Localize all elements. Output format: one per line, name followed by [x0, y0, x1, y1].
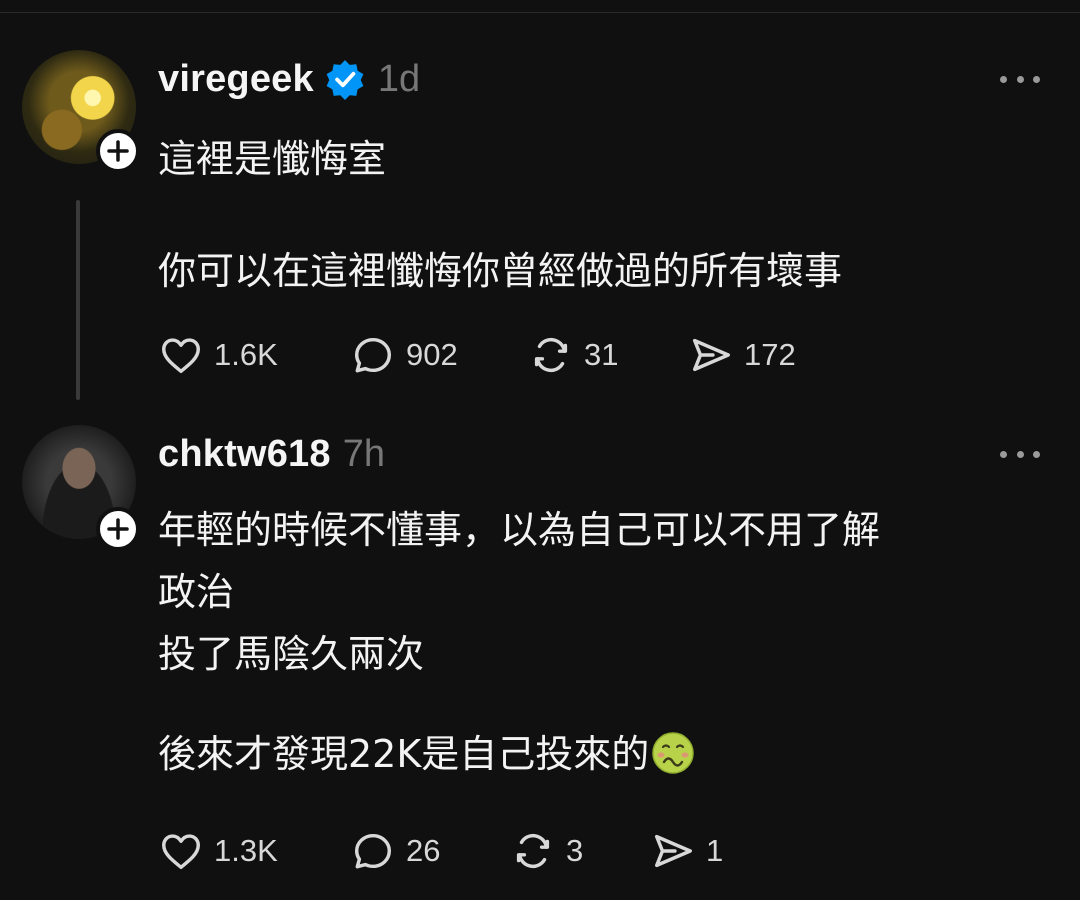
comment-count: 902 [406, 337, 458, 372]
reply-post: chktw618 7h 年輕的時候不懂事，以為自己可以不用了解 政治 投了馬陰久… [0, 425, 1080, 895]
follow-button[interactable] [96, 507, 140, 551]
action-bar: 1.3K 26 3 1 [158, 826, 723, 876]
post-text: 這裡是懺悔室 [158, 137, 387, 181]
repost-count: 3 [566, 833, 584, 868]
thread-post: viregeek 1d 這裡是懺悔室 你可以在這裡懺悔你曾經做過的所有壞事 1.… [0, 50, 1080, 410]
repost-button[interactable]: 3 [510, 828, 650, 874]
action-bar: 1.6K 902 31 172 [158, 330, 796, 380]
like-count: 1.6K [214, 337, 278, 372]
verified-badge-icon [326, 60, 364, 100]
repost-count: 31 [584, 337, 619, 372]
like-button[interactable]: 1.3K [158, 828, 350, 874]
send-icon [692, 338, 730, 372]
share-count: 1 [706, 833, 724, 868]
like-count: 1.3K [214, 833, 278, 868]
dot-icon [1000, 450, 1007, 458]
repost-icon [534, 337, 568, 373]
dot-icon [1016, 450, 1024, 458]
post-text-with-emoji: 後來才發現22K是自己投來的 [158, 723, 1038, 785]
comment-icon [354, 833, 392, 869]
repost-button[interactable]: 31 [528, 332, 688, 378]
thread-line [76, 200, 80, 400]
comment-button[interactable]: 26 [350, 828, 510, 874]
dot-icon [1016, 75, 1024, 83]
post-text: 你可以在這裡懺悔你曾經做過的所有壞事 [158, 249, 843, 293]
share-button[interactable]: 1 [650, 828, 723, 874]
dot-icon [1000, 75, 1007, 83]
heart-icon [162, 834, 200, 870]
share-count: 172 [744, 337, 796, 372]
comment-icon [354, 337, 392, 373]
post-header: viregeek 1d [158, 54, 420, 104]
post-text: 後來才發現22K是自己投來的 [158, 732, 650, 776]
dot-icon [1033, 450, 1040, 458]
repost-icon [516, 833, 550, 869]
comment-count: 26 [406, 833, 441, 868]
username[interactable]: viregeek [158, 58, 314, 101]
post-time: 1d [377, 57, 421, 100]
like-button[interactable]: 1.6K [158, 332, 350, 378]
dot-icon [1033, 75, 1040, 83]
post-time: 7h [342, 432, 385, 475]
plus-icon [107, 518, 129, 540]
top-divider [0, 0, 1080, 13]
follow-button[interactable] [96, 129, 140, 173]
comment-button[interactable]: 902 [350, 332, 528, 378]
nauseated-face-icon [652, 732, 695, 774]
post-header: chktw618 7h [158, 429, 385, 479]
more-options-button[interactable] [1000, 439, 1040, 469]
send-icon [654, 834, 692, 868]
post-body: 年輕的時候不懂事，以為自己可以不用了解 政治 投了馬陰久兩次 後來才發現22K是… [158, 499, 1038, 785]
plus-icon [107, 140, 129, 162]
more-options-button[interactable] [1000, 64, 1040, 94]
post-body: 這裡是懺悔室 你可以在這裡懺悔你曾經做過的所有壞事 [158, 128, 1038, 302]
post-text: 年輕的時候不懂事，以為自己可以不用了解 政治 投了馬陰久兩次 [158, 508, 881, 676]
username[interactable]: chktw618 [158, 433, 331, 476]
share-button[interactable]: 172 [688, 332, 796, 378]
heart-icon [162, 338, 200, 374]
